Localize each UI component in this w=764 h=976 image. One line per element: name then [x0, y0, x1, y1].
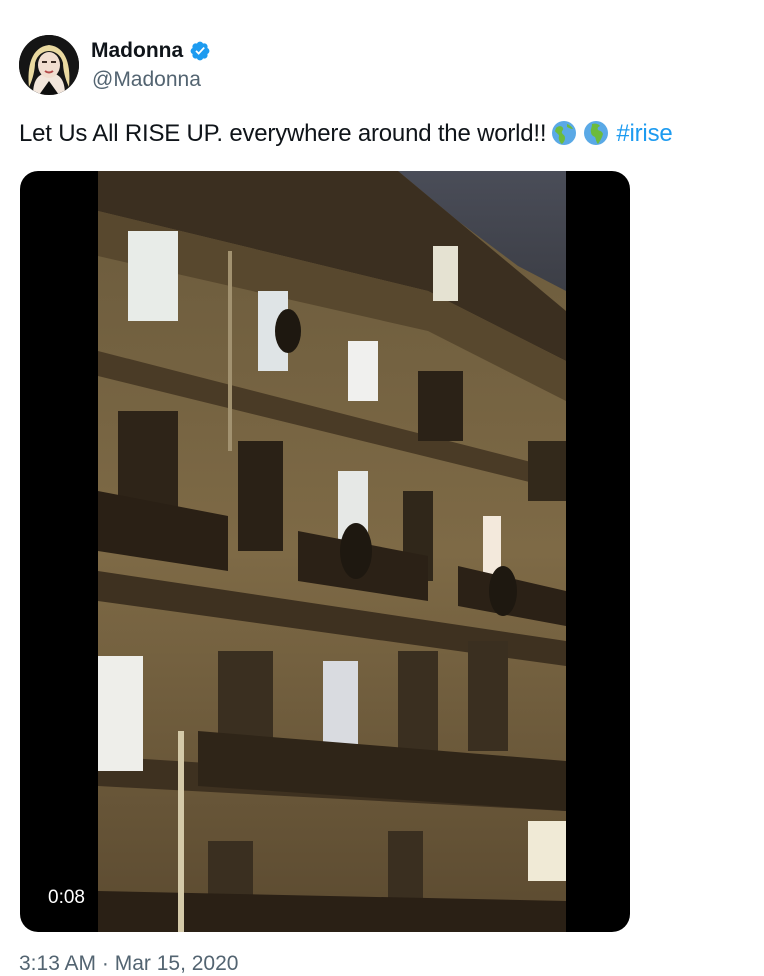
- verified-badge-icon: [189, 40, 211, 62]
- avatar-image: [19, 35, 79, 95]
- video-thumbnail: [98, 171, 566, 932]
- tweet-body: Let Us All RISE UP. everywhere around th…: [19, 120, 547, 147]
- author-name-row: Madonna: [91, 37, 211, 65]
- tweet-timestamp[interactable]: 3:13 AM · Mar 15, 2020: [19, 952, 238, 976]
- author-handle[interactable]: @Madonna: [92, 68, 201, 92]
- display-name[interactable]: Madonna: [91, 39, 183, 63]
- avatar[interactable]: [19, 35, 79, 95]
- globe-europe-africa-icon: [582, 119, 610, 147]
- hashtag-link[interactable]: #irise: [616, 120, 672, 147]
- globe-americas-icon: [550, 119, 578, 147]
- video-duration-badge: 0:08: [38, 884, 95, 912]
- tweet-text: Let Us All RISE UP. everywhere around th…: [19, 118, 759, 150]
- video-player[interactable]: 0:08: [20, 171, 630, 932]
